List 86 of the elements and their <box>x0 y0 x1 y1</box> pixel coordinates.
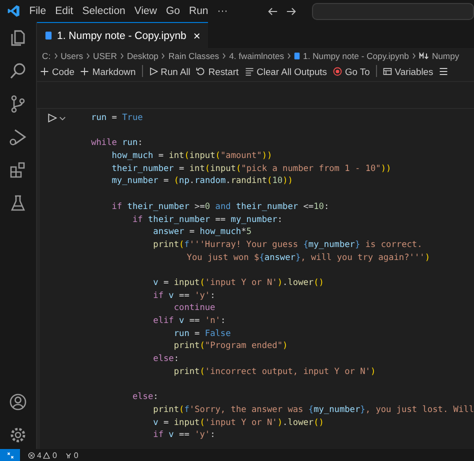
settings-icon[interactable] <box>8 425 28 445</box>
plus-icon <box>40 66 49 76</box>
remote-button[interactable] <box>0 449 20 461</box>
menu-item[interactable]: View <box>134 5 157 17</box>
code-line: if their_number >=0 and their_number <=10: <box>112 200 330 214</box>
error-icon <box>28 452 35 458</box>
chevron-right-icon <box>222 53 226 59</box>
ports-count: 0 <box>74 450 78 460</box>
ports-status[interactable]: 0 <box>64 450 78 460</box>
clear-button[interactable]: Clear All Outputs <box>244 66 327 76</box>
notebook-icon <box>294 52 300 60</box>
forward-arrow-icon[interactable] <box>286 6 297 16</box>
back-arrow-icon[interactable] <box>266 6 278 16</box>
search-field[interactable] <box>312 2 474 20</box>
code-line: v = input('input Y or N').lower() <box>153 276 324 290</box>
code-line: print(f'''Hurray! Your guess {my_number} is correct. <box>153 238 422 252</box>
chevron-right-icon <box>287 53 292 59</box>
problems-status[interactable]: 4 0 <box>28 450 57 460</box>
outline-icon[interactable] <box>439 66 448 76</box>
search-icon[interactable] <box>8 61 28 81</box>
antenna-icon <box>64 452 72 458</box>
chevron-down-icon[interactable] <box>59 115 66 122</box>
code-line: print("Program ended") <box>174 340 288 354</box>
code-line: elif v == 'n': <box>153 315 226 328</box>
plus-button[interactable]: Markdown <box>80 66 136 76</box>
breadcrumb-item[interactable]: C: <box>42 51 51 61</box>
lines-icon <box>244 66 254 76</box>
plus-icon <box>80 66 90 76</box>
chevron-right-icon <box>161 53 166 59</box>
restart-button[interactable]: Restart <box>196 66 239 76</box>
menu-item[interactable]: File <box>29 5 46 17</box>
run-cell-icon[interactable] <box>47 113 57 123</box>
code-line: if v == 'y': <box>153 290 216 302</box>
menu-item[interactable]: ··· <box>217 5 228 17</box>
chevron-right-icon <box>86 53 90 59</box>
notebook-icon <box>45 31 52 40</box>
code-line: run = False <box>174 328 231 340</box>
play-icon <box>148 66 158 76</box>
breadcrumb-item[interactable]: Rain Classes <box>168 51 220 61</box>
code-line: how_much = int(input("amount")) <box>112 150 272 163</box>
menu-item[interactable]: Run <box>189 5 208 17</box>
code-line: my_number = (np.random.randint(10)) <box>112 175 293 188</box>
markdown-icon <box>418 52 429 60</box>
code-line: answer = how_much*5 <box>153 226 252 239</box>
code-line: print(f'Sorry, the answer was {my_number}, you just lost. Will <box>153 404 474 417</box>
code-line: continue <box>174 302 216 316</box>
menu-item[interactable]: Go <box>166 5 180 17</box>
code-line: else: <box>153 353 180 366</box>
flask-icon[interactable] <box>8 193 28 213</box>
menu-item[interactable]: Selection <box>82 5 126 17</box>
breadcrumb-item[interactable]: Numpy <box>432 51 460 61</box>
error-count: 4 <box>37 450 42 460</box>
code-line: if v == 'y': <box>153 429 216 442</box>
tab-title: 1. Numpy note - Copy.ipynb <box>57 30 186 42</box>
breadcrumb-item[interactable]: 4. fwaimlnotes <box>229 51 284 61</box>
breadcrumb-item[interactable]: 1. Numpy note - Copy.ipynb <box>303 51 409 61</box>
breadcrumb-item[interactable]: USER <box>93 51 117 61</box>
code-line: their_number = int(input("pick a number from 1 - 10")) <box>112 162 392 176</box>
menu-item[interactable]: Edit <box>55 5 74 17</box>
plus-button[interactable]: Code <box>40 66 74 76</box>
breadcrumb-item[interactable]: Desktop <box>126 51 158 61</box>
app-logo-icon <box>7 4 20 18</box>
warning-count: 0 <box>52 450 57 460</box>
close-button[interactable]: × <box>193 28 200 42</box>
chevron-right-icon <box>54 53 58 59</box>
code-line: else: <box>132 391 158 404</box>
code-line: run = True <box>91 112 143 125</box>
code-line: print('incorrect output, input Y or N') <box>174 366 376 378</box>
breadcrumb-item[interactable]: Users <box>60 51 84 61</box>
chevron-right-icon <box>412 53 416 59</box>
target-icon <box>332 66 342 76</box>
variables-button[interactable]: Variables <box>382 66 434 76</box>
code-line: You just won ${answer}, will you try again?''') <box>186 252 430 264</box>
run-button[interactable]: Run All <box>148 66 190 76</box>
chevron-right-icon <box>120 53 124 59</box>
code-line: v = input('input Y or N').lower() <box>153 416 324 430</box>
code-line: if their_number == my_number: <box>132 214 283 226</box>
editor-tab[interactable]: 1. Numpy note - Copy.ipynb × <box>37 22 208 48</box>
run-debug-icon[interactable] <box>8 127 28 147</box>
restart-icon <box>196 66 206 76</box>
remote-icon <box>6 452 14 458</box>
code-line: while run: <box>91 137 143 150</box>
account-icon[interactable] <box>8 392 28 412</box>
table-icon <box>382 66 392 76</box>
goto-button[interactable]: Go To <box>332 66 370 76</box>
warning-icon <box>43 452 50 458</box>
